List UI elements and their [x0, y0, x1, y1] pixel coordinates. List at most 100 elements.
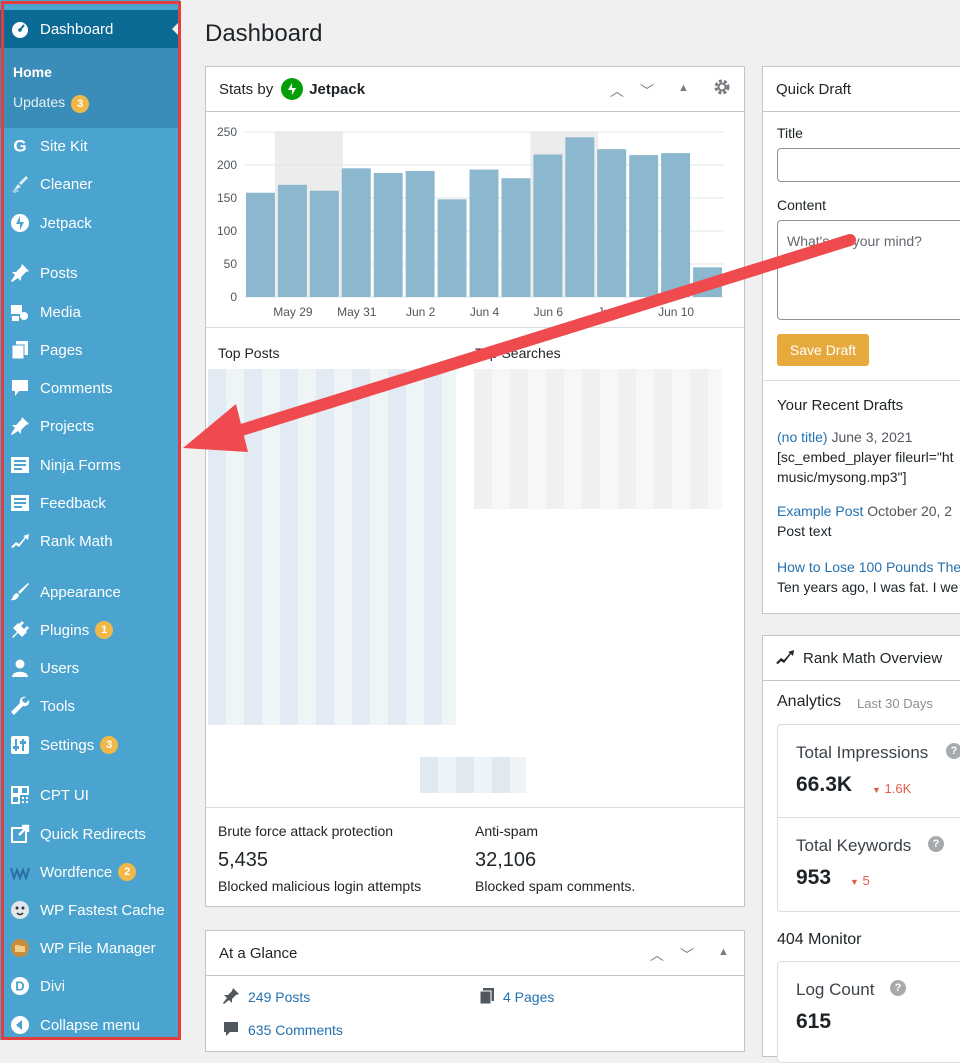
draft-excerpt: music/mysong.mp3"]: [777, 469, 907, 485]
admin-sidebar: Dashboard Home Updates 3 G Site Kit Cleaner…: [0, 0, 181, 1041]
collapse-icon: [10, 1015, 30, 1035]
analytics-card: Total Impressions ? 66.3K ▼ 1.6K Total K…: [777, 724, 960, 912]
bar: [277, 184, 307, 297]
bar: [565, 137, 595, 297]
sidebar-item-divi[interactable]: D Divi: [0, 970, 180, 1002]
draft-date: October 20, 2: [867, 503, 953, 519]
google-g-icon: G: [10, 136, 30, 156]
sidebar-item-label: Pages: [40, 341, 83, 359]
quick-draft-widget: Quick Draft Title Content What's on your…: [762, 66, 960, 614]
comments-count-link[interactable]: 635 Comments: [248, 1022, 343, 1038]
pushpin-icon: [222, 987, 240, 1008]
sidebar-item-users[interactable]: Users: [0, 652, 180, 684]
save-draft-button[interactable]: Save Draft: [777, 334, 869, 366]
draft-item: (no title) June 3, 2021 [sc_embed_player…: [777, 427, 960, 487]
sidebar-item-posts[interactable]: Posts: [0, 257, 180, 289]
sidebar-item-site-kit[interactable]: G Site Kit: [0, 130, 180, 162]
x-tick-label: May 31: [337, 305, 377, 319]
monitor-heading: 404 Monitor: [777, 931, 862, 948]
sidebar-item-tools[interactable]: Tools: [0, 690, 180, 722]
sidebar-item-cleaner[interactable]: Cleaner: [0, 168, 180, 200]
sidebar-item-rank-math[interactable]: Rank Math: [0, 525, 180, 557]
draft-link[interactable]: Example Post: [777, 503, 863, 519]
antispam-value: 32,106: [475, 849, 537, 871]
sidebar-item-plugins[interactable]: Plugins 1: [0, 614, 180, 646]
impressions-label: Total Impressions: [796, 743, 929, 762]
sidebar-item-media[interactable]: Media: [0, 296, 180, 328]
log-count-value: 615: [796, 1010, 832, 1033]
sidebar-item-dashboard[interactable]: Dashboard: [0, 10, 180, 48]
sidebar-item-label: WP File Manager: [40, 939, 156, 957]
submenu-home[interactable]: Home: [13, 64, 52, 80]
sidebar-item-projects[interactable]: Projects: [0, 410, 180, 442]
help-icon[interactable]: ?: [928, 836, 944, 852]
media-icon: [10, 302, 30, 322]
sidebar-item-jetpack[interactable]: Jetpack: [0, 207, 180, 239]
sidebar-item-label: Collapse menu: [40, 1016, 141, 1034]
count-badge: 1: [95, 621, 114, 639]
toggle-panel-button[interactable]: ▲: [718, 946, 729, 958]
bar: [629, 155, 659, 297]
draft-date: June 3, 2021: [831, 429, 913, 445]
sidebar-item-label: Projects: [40, 417, 95, 435]
sidebar-item-label: Ninja Forms: [40, 456, 121, 474]
cheetah-icon: [10, 900, 30, 920]
sidebar-item-label: Divi: [40, 977, 65, 995]
pushpin-icon: [10, 263, 30, 283]
impressions-change: ▼ 1.6K: [872, 781, 912, 796]
wordfence-icon: [10, 862, 30, 882]
x-tick-label: Jun 4: [470, 305, 500, 319]
sidebar-item-feedback[interactable]: Feedback: [0, 487, 180, 519]
brute-force-value: 5,435: [218, 849, 269, 871]
draft-title-input[interactable]: [777, 148, 960, 182]
draft-content-textarea[interactable]: What's on your mind?: [777, 220, 960, 320]
glance-title: At a Glance: [219, 944, 298, 962]
x-tick-label: Jun 10: [658, 305, 694, 319]
keywords-label: Total Keywords: [796, 836, 912, 855]
sidebar-item-label: Dashboard: [40, 20, 114, 38]
help-icon[interactable]: ?: [890, 980, 906, 996]
sidebar-item-label: Wordfence: [40, 863, 113, 881]
sidebar-item-comments[interactable]: Comments: [0, 372, 180, 404]
draft-link[interactable]: How to Lose 100 Pounds The: [777, 559, 960, 575]
brute-force-desc: Blocked malicious login attempts: [218, 878, 422, 894]
sidebar-item-appearance[interactable]: Appearance: [0, 576, 180, 608]
sidebar-item-quick-redirects[interactable]: Quick Redirects: [0, 818, 180, 850]
y-tick-label: 50: [224, 257, 238, 271]
plug-icon: [10, 620, 30, 640]
submenu-updates[interactable]: Updates 3: [13, 94, 90, 113]
sidebar-item-label: Comments: [40, 379, 113, 397]
sidebar-item-wp-file-manager[interactable]: WP File Manager: [0, 932, 180, 964]
sidebar-item-pages[interactable]: Pages: [0, 334, 180, 366]
sidebar-item-settings[interactable]: Settings 3: [0, 729, 180, 761]
move-up-button[interactable]: ︿: [650, 945, 664, 965]
sidebar-item-wp-fastest-cache[interactable]: WP Fastest Cache: [0, 894, 180, 926]
svg-text:G: G: [13, 137, 26, 156]
svg-text:D: D: [15, 979, 24, 994]
divi-d-icon: D: [10, 976, 30, 996]
pages-count-link[interactable]: 4 Pages: [503, 989, 554, 1005]
y-tick-label: 150: [217, 191, 237, 205]
sidebar-item-cpt-ui[interactable]: CPT UI: [0, 779, 180, 811]
sidebar-item-wordfence[interactable]: Wordfence 2: [0, 856, 180, 888]
count-badge: 2: [118, 863, 137, 881]
sidebar-item-label: Quick Redirects: [40, 825, 146, 843]
draft-excerpt: Post text: [777, 523, 832, 539]
posts-count-link[interactable]: 249 Posts: [248, 989, 310, 1005]
keywords-change: ▼ 5: [850, 873, 870, 888]
draft-item: Example Post October 20, 2 Post text: [777, 501, 960, 541]
blurred-top-searches: [474, 369, 722, 509]
sidebar-item-ninja-forms[interactable]: Ninja Forms: [0, 449, 180, 481]
quick-draft-header: Quick Draft: [763, 67, 960, 112]
keywords-value: 953: [796, 866, 832, 889]
y-tick-label: 0: [230, 290, 237, 304]
draft-link[interactable]: (no title): [777, 429, 828, 445]
external-link-icon: [10, 824, 30, 844]
help-icon[interactable]: ?: [946, 743, 960, 759]
bar: [309, 190, 339, 297]
sidebar-item-label: Plugins: [40, 621, 90, 639]
sidebar-item-collapse-menu[interactable]: Collapse menu: [0, 1009, 180, 1041]
comment-icon: [222, 1020, 240, 1041]
sidebar-item-label: Appearance: [40, 583, 121, 601]
move-down-button[interactable]: ﹀: [680, 945, 694, 965]
